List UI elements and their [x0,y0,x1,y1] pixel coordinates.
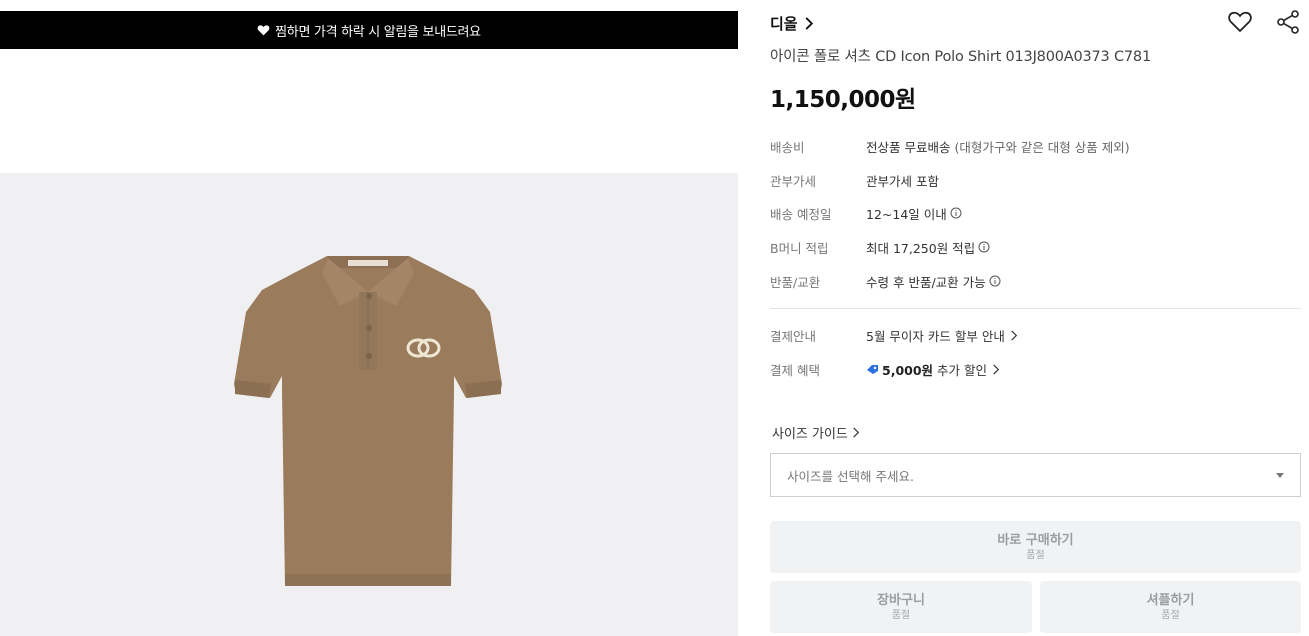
info-value: 관부가세 포함 [866,171,939,190]
return-value: 수령 후 반품/교환 가능 [866,274,986,290]
brand-link[interactable]: 디올 [770,12,814,34]
divider [770,308,1301,309]
payment-value: 5월 무이자 카드 할부 안내 [866,328,1005,344]
info-icon[interactable] [978,241,990,253]
info-label: 결제안내 [770,328,817,344]
brand-name: 디올 [770,14,798,33]
cart-status: 품절 [891,609,911,621]
wish-alert-banner[interactable]: 찜하면 가격 하락 시 알림을 보내드려요 [0,11,738,49]
info-row-benefit[interactable]: 결제 혜택 5,000원 추가 할인 [770,359,1000,379]
info-value: 최대 17,250원 적립 [866,238,990,257]
info-label: 반품/교환 [770,274,821,290]
chevron-right-icon [993,363,1000,375]
delivery-date-value: 12~14일 이내 [866,206,947,222]
info-value: 전상품 무료배송 (대형가구와 같은 대형 상품 제외) [866,137,1130,156]
size-select[interactable]: 사이즈를 선택해 주세요. [770,453,1301,497]
product-actions [1227,9,1301,35]
size-guide-label: 사이즈 가이드 [772,426,848,442]
info-label: 결제 혜택 [770,362,820,378]
info-label: 관부가세 [770,173,817,189]
buy-now-label: 바로 구매하기 [997,532,1074,548]
cart-button[interactable]: 장바구니 품절 [770,581,1032,633]
info-value: 5,000원 추가 할인 [866,360,1000,379]
info-row-bmoney: B머니 적립 최대 17,250원 적립 [770,237,990,257]
buy-now-status: 품절 [1026,549,1045,561]
info-row-customs: 관부가세 관부가세 포함 [770,170,939,190]
info-row-return: 반품/교환 수령 후 반품/교환 가능 [770,271,1001,291]
share-icon[interactable] [1275,9,1301,35]
shuffle-status: 품절 [1161,609,1180,621]
info-label: 배송비 [770,139,805,155]
shuffle-label: 셔플하기 [1146,592,1195,608]
bmoney-value: 최대 17,250원 적립 [866,240,976,256]
info-row-delivery-date: 배송 예정일 12~14일 이내 [770,203,962,223]
info-label: 배송 예정일 [770,206,832,222]
cart-label: 장바구니 [877,592,925,608]
chevron-right-icon [1011,329,1017,341]
coupon-icon [867,364,878,374]
chevron-right-icon [805,16,813,30]
info-value: 5월 무이자 카드 할부 안내 [866,326,1018,345]
info-row-shipping-fee: 배송비 전상품 무료배송 (대형가구와 같은 대형 상품 제외) [770,136,1130,156]
info-icon[interactable] [950,207,962,219]
chevron-right-icon [853,426,860,438]
info-icon[interactable] [989,275,1001,287]
buy-now-button[interactable]: 바로 구매하기 품절 [770,521,1301,573]
shuffle-button[interactable]: 셔플하기 품절 [1040,581,1301,633]
benefit-amount: 5,000원 [882,362,934,378]
info-value: 12~14일 이내 [866,204,962,223]
size-guide-link[interactable]: 사이즈 가이드 [772,422,860,442]
info-value: 수령 후 반품/교환 가능 [866,272,1001,291]
heart-icon[interactable] [1227,9,1253,35]
heart-icon [257,25,270,36]
product-title: 아이콘 폴로 셔츠 CD Icon Polo Shirt 013J800A037… [770,49,1151,65]
wish-banner-text: 찜하면 가격 하락 시 알림을 보내드려요 [275,24,481,40]
product-price: 1,150,000원 [770,87,916,113]
size-select-placeholder: 사이즈를 선택해 주세요. [787,468,914,484]
product-gallery: 찜하면 가격 하락 시 알림을 보내드려요 [0,0,738,636]
product-info-panel: 디올 아이콘 폴로 셔츠 CD Icon Polo Shirt 013J800A… [770,0,1301,636]
info-label: B머니 적립 [770,240,829,256]
info-row-payment[interactable]: 결제안내 5월 무이자 카드 할부 안내 [770,325,1018,345]
shipping-fee-note: (대형가구와 같은 대형 상품 제외) [954,139,1130,155]
benefit-value: 추가 할인 [937,362,988,378]
shipping-fee-value: 전상품 무료배송 [866,139,951,155]
caret-down-icon [1276,472,1284,478]
customs-value: 관부가세 포함 [866,173,939,189]
product-image[interactable] [232,252,504,588]
